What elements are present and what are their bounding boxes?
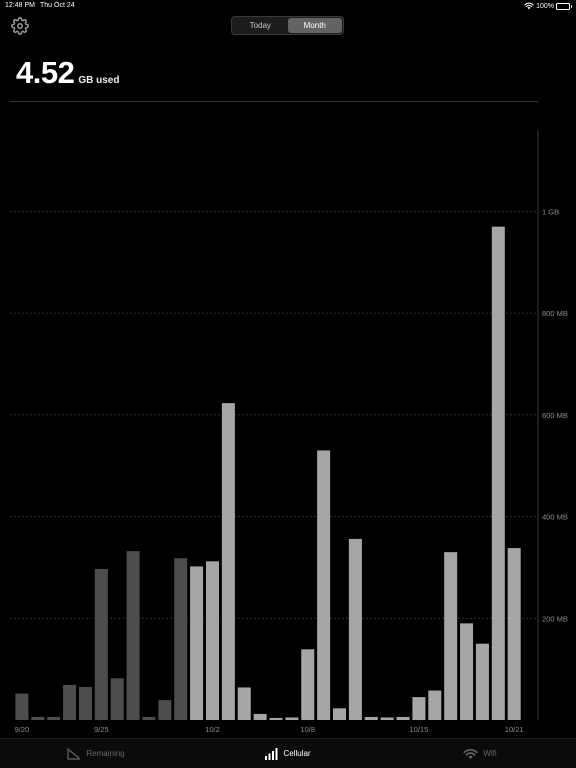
data-bar [444, 552, 458, 720]
y-tick-label: 200 MB [542, 614, 568, 623]
x-tick-label: 10/15 [410, 725, 429, 734]
x-tick-label: 10/21 [505, 725, 524, 734]
x-tick-label: 10/2 [205, 725, 220, 734]
period-segmented-control: Today Month [231, 16, 344, 35]
data-bar [333, 708, 347, 720]
segment-month[interactable]: Month [287, 18, 342, 33]
data-bar [237, 687, 251, 720]
data-bar [412, 697, 426, 720]
cellular-bars-icon [265, 747, 278, 760]
data-bar [158, 700, 172, 720]
data-bar [94, 568, 108, 720]
wifi-icon [463, 748, 478, 759]
battery-icon [556, 2, 572, 10]
data-bar [174, 558, 188, 720]
x-tick-label: 9/25 [94, 725, 109, 734]
data-bar [491, 226, 505, 720]
x-tick-label: 9/20 [15, 725, 30, 734]
data-bar [460, 623, 474, 720]
y-tick-label: 800 MB [542, 309, 568, 318]
data-bar [15, 693, 29, 720]
data-bar [47, 716, 61, 720]
tab-remaining-label: Remaining [86, 749, 125, 758]
status-right: 100% [524, 2, 572, 10]
gear-icon[interactable] [11, 17, 29, 35]
status-bar: 12:48 PM Thu Oct 24 100% [0, 0, 576, 12]
data-bar [78, 686, 92, 720]
data-bar [428, 690, 442, 720]
data-bar [285, 717, 299, 720]
data-bar [253, 713, 267, 720]
data-bar [364, 716, 378, 720]
battery-percent: 100% [536, 2, 554, 10]
x-tick-label: 10/8 [300, 725, 315, 734]
data-bar [269, 717, 283, 720]
tab-wifi-label: Wifi [483, 749, 497, 758]
data-bar [348, 538, 362, 720]
usage-unit: GB used [78, 75, 120, 86]
tab-bar: Remaining Cellular Wifi [0, 738, 576, 768]
data-bar [380, 717, 394, 720]
data-bar [221, 403, 235, 720]
data-bar [126, 551, 140, 720]
data-bar [142, 716, 156, 720]
tab-cellular-label: Cellular [283, 749, 311, 758]
data-bar [63, 684, 77, 720]
remaining-chart-icon [67, 747, 81, 760]
usage-summary: 4.52 GB used [16, 55, 119, 91]
header-divider [10, 101, 538, 102]
data-bar [301, 649, 315, 720]
usage-value: 4.52 [16, 55, 75, 90]
status-time: 12:48 PM [5, 2, 35, 9]
data-bar [190, 566, 204, 720]
wifi-status-icon [524, 2, 534, 10]
usage-bar-chart: 200 MB 400 MB 600 MB 800 MB 1 GB 9/20 9/25 10/2… [10, 130, 568, 734]
data-bar [396, 716, 410, 720]
data-bar [205, 561, 219, 720]
data-bar [110, 678, 124, 720]
y-tick-label: 600 MB [542, 411, 568, 420]
data-bar [475, 643, 489, 720]
status-date: Thu Oct 24 [40, 2, 75, 9]
data-bar [507, 548, 521, 720]
data-bar [317, 450, 331, 720]
segment-today[interactable]: Today [233, 18, 288, 33]
tab-cellular[interactable]: Cellular [192, 739, 384, 768]
y-tick-label: 1 GB [542, 207, 559, 216]
data-bar [31, 716, 45, 720]
tab-wifi[interactable]: Wifi [384, 739, 576, 768]
y-tick-label: 400 MB [542, 513, 568, 522]
tab-remaining[interactable]: Remaining [0, 739, 192, 768]
